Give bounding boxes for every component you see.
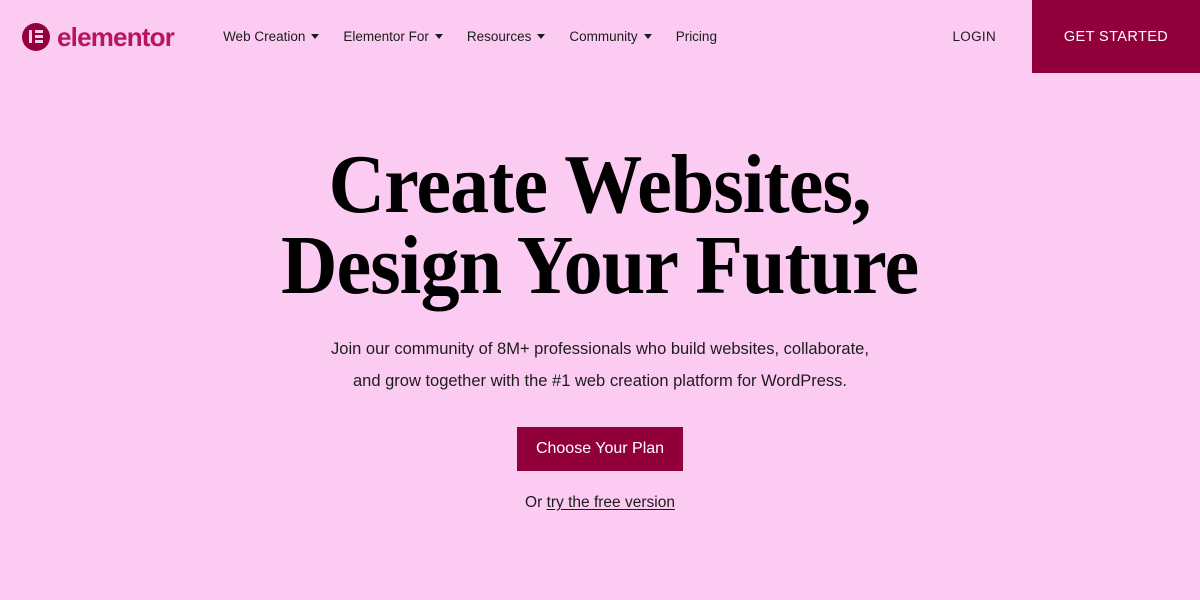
subtitle-line-2: and grow together with the #1 web creati… <box>352 372 848 391</box>
login-link[interactable]: LOGIN <box>952 29 996 44</box>
elementor-logo-icon <box>22 22 50 51</box>
nav-label: Community <box>569 29 638 44</box>
hero-subtitle: Join our community of 8M+ professionals … <box>331 333 869 397</box>
chevron-down-icon <box>311 34 320 39</box>
headline-line-1: Create Websites, <box>328 138 872 231</box>
header-actions: LOGIN GET STARTED <box>952 0 1200 73</box>
chevron-down-icon <box>643 34 652 39</box>
chevron-down-icon <box>537 34 546 39</box>
main-navigation: Web Creation Elementor For Resources Com… <box>223 29 717 44</box>
get-started-button[interactable]: GET STARTED <box>1032 0 1200 73</box>
nav-item-pricing[interactable]: Pricing <box>676 29 717 44</box>
choose-your-plan-button[interactable]: Choose Your Plan <box>517 426 683 471</box>
nav-label: Pricing <box>675 29 717 44</box>
logo-wordmark: elementor <box>57 21 175 52</box>
chevron-down-icon <box>434 34 443 39</box>
nav-item-community[interactable]: Community <box>569 29 652 44</box>
try-free-version-link[interactable]: try the free version <box>547 494 675 511</box>
nav-item-web-creation[interactable]: Web Creation <box>223 29 320 44</box>
free-version-text: Or try the free version <box>525 494 675 512</box>
nav-item-elementor-for[interactable]: Elementor For <box>343 29 443 44</box>
subtitle-line-1: Join our community of 8M+ professionals … <box>331 340 869 359</box>
page-title: Create Websites, Design Your Future <box>281 138 919 312</box>
nav-label: Web Creation <box>223 29 306 44</box>
site-header: elementor Web Creation Elementor For Res… <box>0 0 1200 73</box>
headline-line-2: Design Your Future <box>281 218 919 312</box>
nav-label: Elementor For <box>343 29 429 44</box>
nav-label: Resources <box>466 29 532 44</box>
hero-section: Create Websites, Design Your Future Join… <box>0 73 1200 600</box>
nav-item-resources[interactable]: Resources <box>467 29 546 44</box>
logo-link[interactable]: elementor <box>22 21 175 52</box>
free-version-prefix: Or <box>525 493 547 511</box>
